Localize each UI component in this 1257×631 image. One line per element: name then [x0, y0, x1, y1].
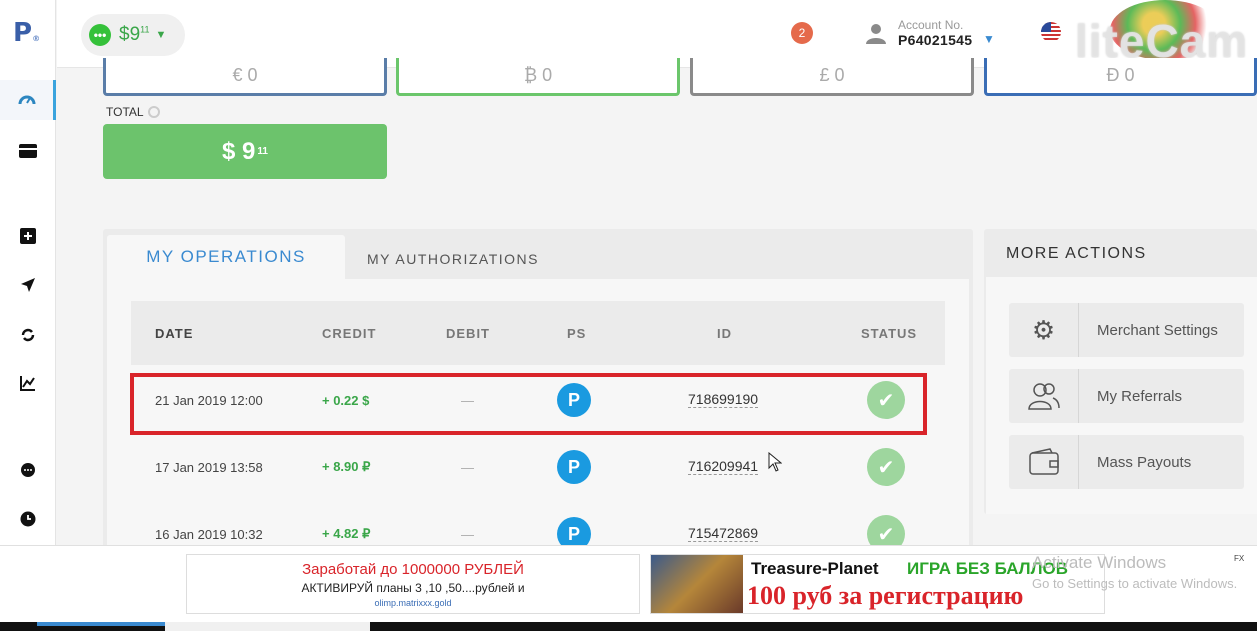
total-label: TOTAL [106, 105, 160, 119]
ps-cell: P [557, 501, 591, 549]
col-date: DATE [155, 325, 194, 341]
clock-icon [20, 511, 36, 527]
merchant-settings-label: Merchant Settings [1097, 321, 1218, 339]
activate-windows-title: Activate Windows [1032, 553, 1167, 572]
status-cell: ✔ [867, 501, 905, 549]
more-actions-panel: MORE ACTIONS ⚙ Merchant Settings My Refe… [984, 229, 1257, 514]
tab-my-authorizations[interactable]: MY AUTHORIZATIONS [353, 235, 553, 283]
more-actions-body: ⚙ Merchant Settings My Referrals Mass Pa… [986, 277, 1257, 514]
row-date: 16 Jan 2019 10:32 [155, 526, 263, 542]
mouse-cursor-icon [768, 451, 783, 477]
account-number[interactable]: P64021545 [898, 32, 972, 48]
currency-card-eur[interactable]: € 0 [103, 58, 387, 96]
ad-right-offer: 100 руб за регистрацию [747, 581, 1024, 610]
ad-matrix[interactable]: Заработай до 1000000 РУБЛЕЙ АКТИВИРУЙ пл… [186, 554, 640, 614]
activate-windows-text: Go to Settings to activate Windows. [1032, 576, 1238, 591]
my-referrals-button[interactable]: My Referrals [1009, 369, 1244, 423]
col-ps: PS [567, 325, 587, 341]
sidebar-item-statistics[interactable] [0, 363, 56, 403]
status-cell: ✔ [867, 434, 905, 500]
paper-plane-icon [21, 278, 35, 292]
notification-badge[interactable]: 2 [791, 22, 813, 44]
merchant-settings-button[interactable]: ⚙ Merchant Settings [1009, 303, 1244, 357]
mass-payouts-label: Mass Payouts [1097, 453, 1192, 471]
payeer-logo[interactable]: P® [13, 18, 40, 48]
col-credit: CREDIT [322, 325, 377, 341]
check-icon: ✔ [867, 515, 905, 549]
more-actions-title: MORE ACTIONS [1006, 245, 1147, 262]
my-referrals-label: My Referrals [1097, 387, 1183, 405]
row-id-link[interactable]: 716209941 [688, 458, 759, 475]
payeer-ps-icon: P [557, 450, 591, 484]
taskbar-segment [165, 622, 370, 631]
us-flag-icon[interactable] [1041, 22, 1061, 42]
sidebar: P® [0, 0, 56, 631]
sidebar-item-exchange[interactable] [0, 315, 56, 355]
balance-dropdown[interactable]: ••• $911 ▼ [81, 14, 185, 56]
account-caret-icon[interactable]: ▼ [983, 32, 995, 46]
fx-label: FX [1234, 554, 1245, 563]
sidebar-item-dashboard[interactable] [0, 80, 56, 120]
refresh-icon [21, 328, 35, 342]
ps-cell: P [557, 434, 591, 500]
currency-card-btc[interactable]: ₿ 0 [396, 58, 680, 96]
taskbar-progress [37, 622, 165, 626]
sidebar-item-chat[interactable] [0, 450, 56, 490]
wallet-icon [1009, 435, 1079, 489]
row-date: 17 Jan 2019 13:58 [155, 459, 263, 475]
currency-card-gbp[interactable]: £ 0 [690, 58, 974, 96]
table-row[interactable]: 17 Jan 2019 13:58 + 8.90 ₽ — P 716209941… [131, 434, 945, 500]
more-dots-icon: ••• [89, 24, 111, 46]
col-status: STATUS [861, 325, 918, 341]
row-debit: — [461, 459, 474, 475]
speedometer-icon [18, 95, 35, 105]
users-icon [1009, 369, 1079, 423]
highlight-box [130, 373, 927, 435]
tab-my-operations[interactable]: MY OPERATIONS [107, 235, 345, 279]
col-id: ID [717, 325, 732, 341]
card-icon [19, 144, 37, 158]
chart-icon [20, 376, 35, 391]
ad-left-text: АКТИВИРУЙ планы 3 ,10 ,50....рублей и [301, 581, 525, 595]
total-balance-card: $ 9 11 [103, 124, 387, 179]
gear-icon: ⚙ [1009, 303, 1079, 357]
plus-box-icon [20, 228, 36, 244]
user-avatar-icon[interactable] [865, 22, 889, 46]
row-debit: — [461, 526, 474, 542]
row-id-link[interactable]: 715472869 [688, 525, 759, 542]
ad-banner-bar: Заработай до 1000000 РУБЛЕЙ АКТИВИРУЙ пл… [0, 545, 1257, 631]
table-row[interactable]: 16 Jan 2019 10:32 + 4.82 ₽ — P 715472869… [131, 501, 945, 549]
caret-down-icon: ▼ [155, 29, 167, 41]
mass-payouts-button[interactable]: Mass Payouts [1009, 435, 1244, 489]
balance-amount: $911 [119, 24, 150, 45]
row-credit: + 8.90 ₽ [322, 459, 371, 474]
row-credit: + 4.82 ₽ [322, 526, 371, 541]
info-icon[interactable] [147, 106, 160, 118]
check-icon: ✔ [867, 448, 905, 486]
currency-card-other[interactable]: Đ 0 [984, 58, 1257, 96]
ad-right-brand: Treasure-Planet [751, 559, 879, 578]
sidebar-item-add-funds[interactable] [0, 216, 56, 256]
sidebar-item-send[interactable] [0, 265, 56, 305]
table-header: DATE CREDIT DEBIT PS ID STATUS [131, 301, 945, 365]
sidebar-item-wallet[interactable] [0, 131, 56, 171]
account-label: Account No. [898, 18, 964, 32]
ad-image [651, 555, 743, 613]
chat-bubble-icon [21, 463, 35, 477]
sidebar-item-history[interactable] [0, 499, 56, 539]
ad-left-url[interactable]: olimp.matrixxx.gold [187, 598, 639, 608]
col-debit: DEBIT [446, 325, 490, 341]
ad-left-title: Заработай до 1000000 РУБЛЕЙ [302, 561, 524, 578]
